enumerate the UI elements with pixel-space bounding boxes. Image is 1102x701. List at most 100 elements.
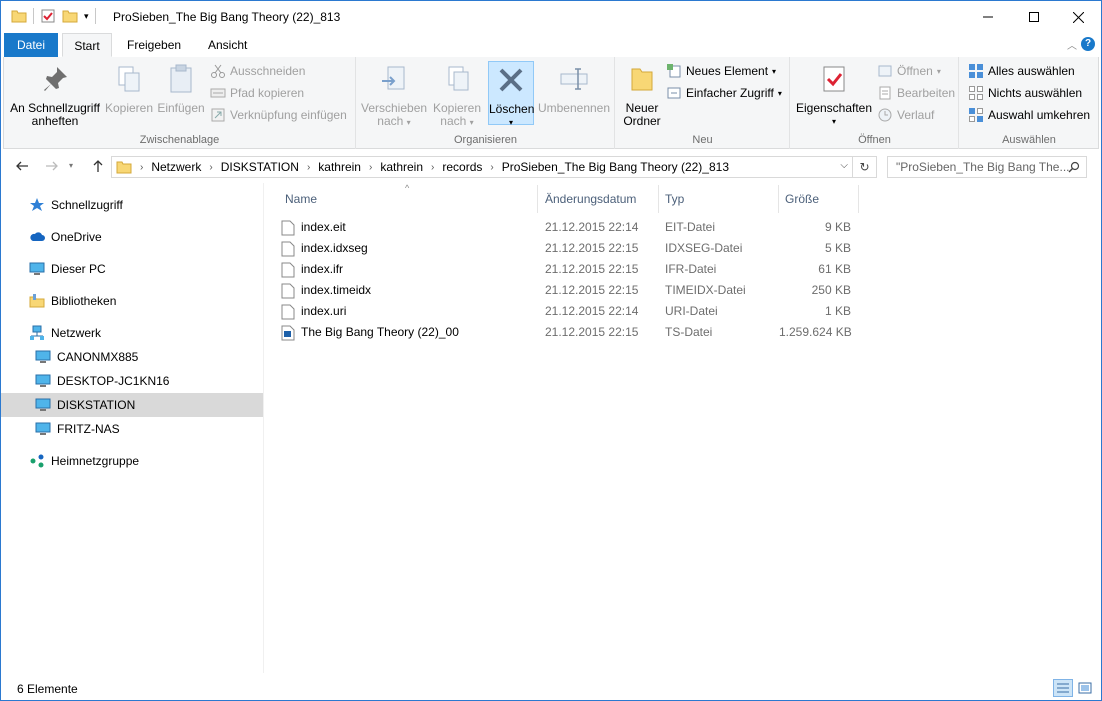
- move-to-button[interactable]: Verschieben nach ▾: [361, 61, 427, 129]
- up-button[interactable]: [91, 159, 105, 176]
- group-label-open: Öffnen: [858, 134, 891, 146]
- computer-icon: [35, 422, 51, 435]
- table-row[interactable]: index.uri 21.12.2015 22:14 URI-Datei 1 K…: [281, 301, 859, 322]
- easy-access-button[interactable]: Einfacher Zugriff ▾: [666, 83, 782, 103]
- nav-item-desktop-jc1kn16[interactable]: DESKTOP-JC1KN16: [1, 369, 263, 393]
- new-item-button[interactable]: Neues Element ▾: [666, 61, 776, 81]
- open-button[interactable]: Öffnen ▾: [877, 61, 941, 81]
- column-header-size[interactable]: Größe: [779, 185, 859, 213]
- file-size: 61 KB: [818, 262, 851, 276]
- copy-to-button[interactable]: Kopieren nach ▾: [429, 61, 485, 129]
- table-row[interactable]: index.ifr 21.12.2015 22:15 IFR-Datei 61 …: [281, 259, 859, 280]
- group-clipboard: An Schnellzugriff anheften Kopieren Einf…: [4, 57, 356, 149]
- nav-item-diskstation[interactable]: DISKSTATION: [1, 393, 263, 417]
- star-icon: [30, 198, 44, 211]
- paste-button[interactable]: Einfügen: [156, 61, 206, 115]
- select-all-label: Alles auswählen: [988, 64, 1075, 78]
- nav-label: OneDrive: [51, 230, 102, 244]
- large-icons-view-icon: [1078, 682, 1092, 694]
- table-row[interactable]: index.idxseg 21.12.2015 22:15 IDXSEG-Dat…: [281, 238, 859, 259]
- breadcrumb-separator-icon[interactable]: ›: [429, 162, 436, 173]
- paste-shortcut-button[interactable]: Verknüpfung einfügen: [210, 105, 347, 125]
- select-none-button[interactable]: Nichts auswählen: [968, 83, 1082, 103]
- maximize-button[interactable]: [1011, 1, 1057, 33]
- breadcrumb-separator-icon[interactable]: ›: [488, 162, 495, 173]
- invert-selection-icon: [969, 108, 983, 122]
- file-list: ^ Name Änderungsdatum Typ Größe index.ei…: [265, 183, 1101, 673]
- new-folder-icon[interactable]: [62, 8, 78, 24]
- nav-item-this-pc[interactable]: Dieser PC: [1, 257, 263, 281]
- refresh-button[interactable]: ↻: [853, 156, 877, 178]
- collapse-ribbon-icon[interactable]: ︿: [1067, 37, 1077, 52]
- nav-item-onedrive[interactable]: OneDrive: [1, 225, 263, 249]
- file-name: The Big Bang Theory (22)_00: [301, 325, 459, 339]
- properties-button[interactable]: Eigenschaften ▾: [795, 61, 873, 128]
- breadcrumb-separator-icon[interactable]: ›: [367, 162, 374, 173]
- title-bar: ▾ ProSieben_The Big Bang Theory (22)_813: [1, 1, 1101, 33]
- address-bar[interactable]: › Netzwerk › DISKSTATION › kathrein › ka…: [111, 156, 853, 178]
- tab-start[interactable]: Start: [62, 33, 112, 57]
- invert-selection-button[interactable]: Auswahl umkehren: [968, 105, 1090, 125]
- breadcrumb-diskstation[interactable]: DISKSTATION: [215, 160, 305, 174]
- open-dropdown-icon: ▾: [936, 66, 941, 76]
- select-all-button[interactable]: Alles auswählen: [968, 61, 1075, 81]
- file-type: EIT-Datei: [665, 220, 716, 234]
- cut-button[interactable]: Ausschneiden: [210, 61, 305, 81]
- breadcrumb-network[interactable]: Netzwerk: [145, 160, 207, 174]
- table-row[interactable]: index.timeidx 21.12.2015 22:15 TIMEIDX-D…: [281, 280, 859, 301]
- minimize-button[interactable]: [965, 1, 1011, 33]
- history-button[interactable]: Verlauf: [877, 105, 934, 125]
- tab-share[interactable]: Freigeben: [115, 33, 193, 57]
- breadcrumb-separator-icon[interactable]: ›: [207, 162, 214, 173]
- nav-item-homegroup[interactable]: Heimnetzgruppe: [1, 449, 263, 473]
- column-header-type[interactable]: Typ: [659, 185, 779, 213]
- breadcrumb-separator-icon[interactable]: ›: [305, 162, 312, 173]
- properties-icon[interactable]: [40, 8, 56, 24]
- forward-button[interactable]: [45, 159, 59, 176]
- large-icons-view-button[interactable]: [1075, 679, 1095, 697]
- open-icon: [878, 65, 892, 77]
- breadcrumb-current-folder[interactable]: ProSieben_The Big Bang Theory (22)_813: [496, 160, 735, 174]
- folder-icon: [11, 10, 27, 23]
- new-folder-large-icon: [631, 68, 653, 91]
- nav-label: Heimnetzgruppe: [51, 454, 140, 468]
- edit-button[interactable]: Bearbeiten: [877, 83, 955, 103]
- pin-quick-access-button[interactable]: An Schnellzugriff anheften: [8, 61, 102, 128]
- column-header-name[interactable]: Name: [279, 185, 538, 213]
- new-folder-button[interactable]: Neuer Ordner: [620, 61, 664, 128]
- new-item-dropdown-icon: ▾: [772, 66, 777, 76]
- tab-file[interactable]: Datei: [4, 33, 58, 57]
- column-header-date[interactable]: Änderungsdatum: [539, 185, 659, 213]
- table-row[interactable]: index.eit 21.12.2015 22:14 EIT-Datei 9 K…: [281, 217, 859, 238]
- rename-button[interactable]: Umbenennen: [537, 61, 611, 115]
- nav-item-libraries[interactable]: Bibliotheken: [1, 289, 263, 313]
- nav-item-fritz-nas[interactable]: FRITZ-NAS: [1, 417, 263, 441]
- nav-item-canonmx885[interactable]: CANONMX885: [1, 345, 263, 369]
- copy-button[interactable]: Kopieren: [104, 61, 154, 115]
- ribbon: An Schnellzugriff anheften Kopieren Einf…: [3, 57, 1099, 149]
- help-icon[interactable]: ?: [1081, 37, 1095, 51]
- nav-item-quick-access[interactable]: Schnellzugriff: [1, 193, 263, 217]
- breadcrumb-kathrein[interactable]: kathrein: [312, 160, 367, 174]
- file-icon: [281, 304, 295, 319]
- copy-path-button[interactable]: Pfad kopieren: [210, 83, 304, 103]
- computer-icon: [29, 262, 45, 275]
- delete-button[interactable]: Löschen ▾: [488, 61, 534, 127]
- breadcrumb-kathrein-2[interactable]: kathrein: [374, 160, 429, 174]
- back-button[interactable]: [15, 159, 29, 176]
- close-button[interactable]: [1055, 1, 1101, 33]
- group-label-clipboard: Zwischenablage: [139, 134, 220, 146]
- search-input[interactable]: "ProSieben_The Big Bang The...: [887, 156, 1087, 178]
- address-dropdown-icon[interactable]: ⌵: [840, 160, 848, 171]
- copy-to-label-2: nach: [440, 114, 467, 128]
- breadcrumb-separator-icon[interactable]: ›: [138, 162, 145, 173]
- breadcrumb-records[interactable]: records: [436, 160, 488, 174]
- file-name: index.timeidx: [301, 283, 372, 297]
- qat-dropdown-icon[interactable]: ▾: [84, 11, 89, 22]
- nav-item-network[interactable]: Netzwerk: [1, 321, 263, 345]
- tab-view[interactable]: Ansicht: [196, 33, 259, 57]
- window-title: ProSieben_The Big Bang Theory (22)_813: [113, 10, 341, 24]
- table-row[interactable]: The Big Bang Theory (22)_00 21.12.2015 2…: [281, 322, 859, 343]
- recent-locations-icon[interactable]: ▾: [69, 161, 73, 170]
- details-view-button[interactable]: [1053, 679, 1073, 697]
